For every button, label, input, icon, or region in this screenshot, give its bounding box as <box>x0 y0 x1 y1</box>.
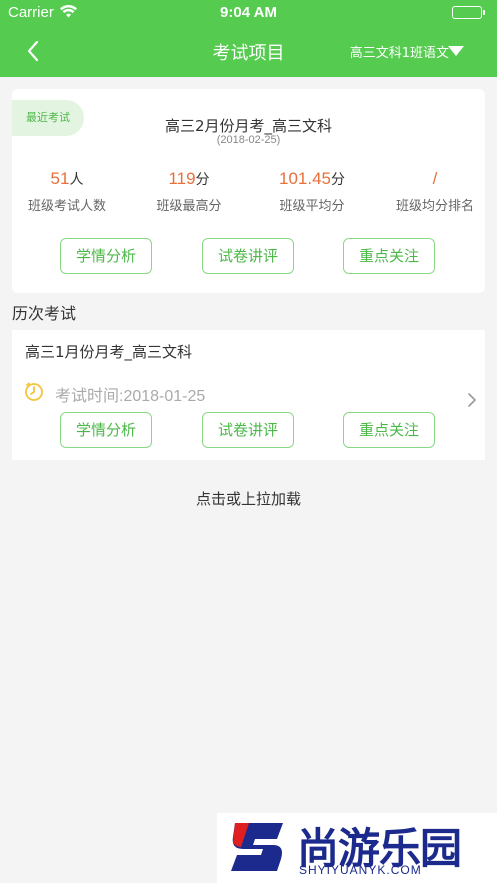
stat-label: 班级考试人数 <box>27 199 106 214</box>
stat-average-score: 101.45分 班级平均分 <box>257 169 367 214</box>
stat-value: 101.45 <box>279 169 331 188</box>
chevron-right-icon[interactable] <box>467 392 477 408</box>
stat-unit: 分 <box>331 172 345 188</box>
status-bar: Carrier 9:04 AM <box>0 0 497 26</box>
battery-icon <box>452 6 485 19</box>
watermark-url: SHYIYUANYK.COM <box>299 863 422 877</box>
status-time: 9:04 AM <box>220 4 277 21</box>
nav-bar: 考试项目 高三文科1班语文 <box>0 26 497 77</box>
history-exam-card[interactable]: 高三1月份月考_高三文科 考试时间:2018-01-25 学情分析 试卷讲评 重… <box>12 330 485 460</box>
stat-unit: 分 <box>195 172 210 188</box>
stat-unit: 人 <box>69 172 84 188</box>
focus-button[interactable]: 重点关注 <box>343 412 435 448</box>
paper-review-button[interactable]: 试卷讲评 <box>202 238 294 274</box>
load-more-label[interactable]: 点击或上拉加载 <box>0 488 497 509</box>
caret-down-icon[interactable] <box>448 46 464 56</box>
history-exam-title: 高三1月份月考_高三文科 <box>25 343 193 361</box>
stat-highest-score: 119分 班级最高分 <box>134 169 244 214</box>
stat-label: 班级最高分 <box>156 199 222 214</box>
class-selector[interactable]: 高三文科1班语文 <box>350 42 449 61</box>
stat-student-count: 51人 班级考试人数 <box>12 169 122 214</box>
analysis-button[interactable]: 学情分析 <box>60 412 152 448</box>
history-section-title: 历次考试 <box>12 304 77 323</box>
stat-value: 119 <box>168 169 196 188</box>
stat-label: 班级均分排名 <box>395 199 474 214</box>
site-logo-icon <box>227 817 289 877</box>
analysis-button[interactable]: 学情分析 <box>60 238 152 274</box>
latest-exam-card: 最近考试 高三2月份月考_高三文科 (2018-02-25) 51人 班级考试人… <box>12 89 485 293</box>
stat-value: / <box>432 169 438 188</box>
history-exam-time: 考试时间:2018-01-25 <box>55 388 206 405</box>
watermark: 尚游乐园 SHYIYUANYK.COM <box>217 813 497 883</box>
stat-average-rank: / 班级均分排名 <box>380 169 490 214</box>
clock-icon <box>24 382 44 402</box>
latest-exam-title: 高三2月份月考_高三文科 <box>164 117 333 135</box>
stat-value: 51 <box>50 169 70 188</box>
latest-exam-date: (2018-02-25) <box>216 134 281 146</box>
focus-button[interactable]: 重点关注 <box>343 238 435 274</box>
stat-label: 班级平均分 <box>279 199 345 214</box>
paper-review-button[interactable]: 试卷讲评 <box>202 412 294 448</box>
